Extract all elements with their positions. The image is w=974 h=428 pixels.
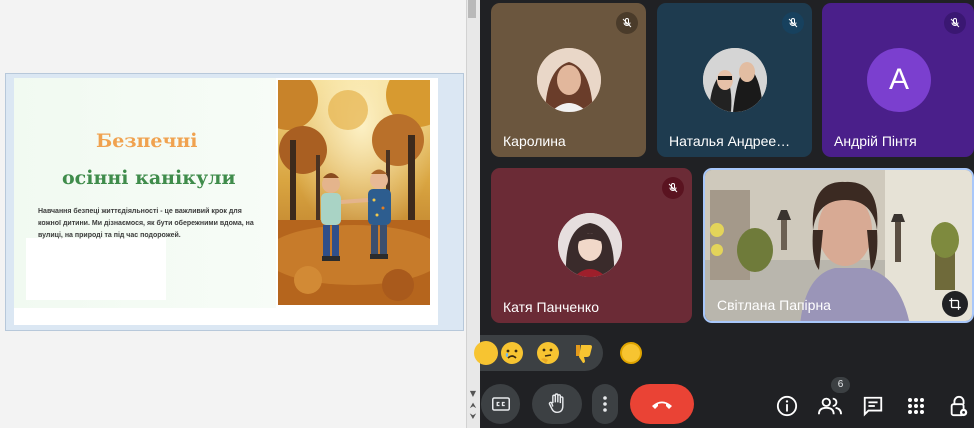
participant-tile-natalia[interactable]: Наталья Андрее… [657, 3, 812, 157]
avatar [537, 48, 601, 112]
host-controls-lock-icon[interactable] [947, 394, 971, 418]
more-options-button[interactable] [592, 384, 618, 424]
hang-up-icon [652, 401, 672, 409]
people-count-badge: 6 [831, 377, 850, 393]
emoji-partial-icon[interactable] [474, 341, 498, 365]
mic-off-icon [616, 12, 638, 34]
mic-off-icon [782, 12, 804, 34]
participant-name: Катя Панченко [503, 299, 599, 315]
closed-captions-icon [491, 397, 510, 411]
slide-body-text: Навчання безпеці життєдіяльності - це ва… [38, 208, 254, 239]
avatar [558, 213, 622, 277]
crying-face-emoji-icon[interactable] [500, 341, 524, 365]
avatar [703, 48, 767, 112]
scroll-page-up-icon[interactable]: ⮝ [467, 400, 479, 411]
more-vert-icon [603, 396, 607, 412]
mic-off-icon [944, 12, 966, 34]
participant-tile-svitlana-video[interactable]: Світлана Папірна [703, 168, 974, 323]
raise-hand-button[interactable] [532, 384, 582, 424]
vertical-scrollbar[interactable] [466, 0, 480, 428]
hand-icon [548, 393, 564, 414]
meeting-details-icon[interactable] [775, 394, 799, 418]
participant-name: Світлана Папірна [717, 297, 831, 313]
scroll-down-arrow-icon[interactable]: ▼ [467, 388, 479, 399]
participant-tile-karolina[interactable]: Каролина [491, 3, 646, 157]
slide-title-line-2: осінні канікули [62, 167, 236, 189]
thumbs-down-emoji-icon[interactable] [572, 341, 596, 365]
slide-title-line-1: Безпечні [96, 130, 198, 152]
participant-tile-katya[interactable]: Катя Панченко [491, 168, 692, 323]
scrollbar-thumb[interactable] [468, 0, 476, 18]
captions-button[interactable] [481, 384, 520, 424]
people-icon[interactable] [817, 394, 843, 418]
emoji-skin-tone-picker[interactable] [620, 342, 642, 364]
slide-photo-autumn-children [278, 80, 430, 305]
participant-name: Каролина [503, 133, 566, 149]
leave-call-button[interactable] [630, 384, 694, 424]
avatar: A [867, 48, 931, 112]
chat-icon[interactable] [861, 394, 885, 418]
activities-grid-icon[interactable] [904, 394, 928, 418]
slide-placeholder-box [26, 238, 166, 300]
avatar-initial: A [888, 63, 909, 96]
participant-tile-andrii[interactable]: A Андрій Пінтя [822, 3, 974, 157]
screen: Безпечні осінні канікули Навчання безпец… [0, 0, 974, 428]
participant-name: Андрій Пінтя [834, 133, 917, 149]
participant-name: Наталья Андрее… [669, 133, 791, 149]
thinking-face-emoji-icon[interactable] [536, 341, 560, 365]
crop-icon[interactable] [942, 291, 968, 317]
scroll-page-down-icon[interactable]: ⮟ [467, 411, 479, 422]
mic-off-icon [662, 177, 684, 199]
